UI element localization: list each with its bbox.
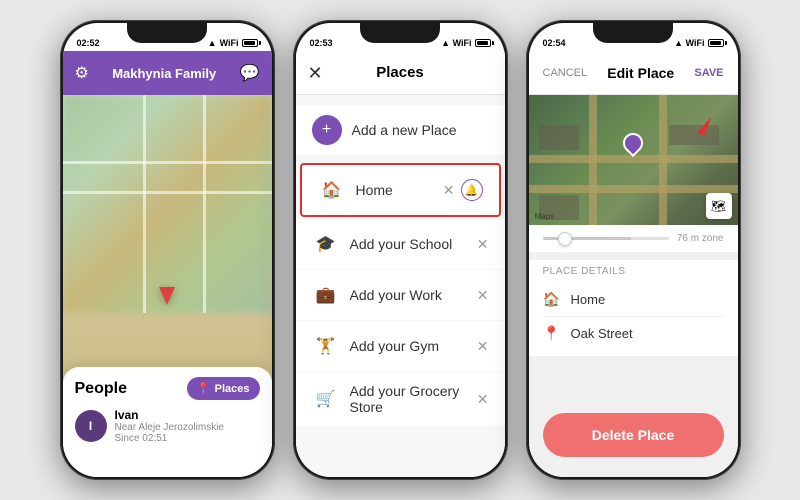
battery-1: [242, 39, 258, 47]
edit-place-screen: CANCEL Edit Place SAVE Maps �: [529, 51, 738, 477]
map-arrow: [159, 287, 175, 305]
sat-road-v1: [589, 95, 597, 225]
places-screen-title: Places: [376, 64, 424, 81]
work-icon: 💼: [312, 281, 340, 309]
status-icons-1: ▲ WiFi: [208, 38, 258, 48]
cancel-button[interactable]: CANCEL: [543, 67, 588, 79]
phone-1: 02:52 ▲ WiFi ⚙ Makhynia Family 💬: [60, 20, 275, 480]
sat-road-h2: [529, 185, 738, 193]
add-place-label: Add a new Place: [352, 122, 457, 138]
notch-2: [360, 23, 440, 43]
place-name-row[interactable]: 🏠 Home: [543, 283, 724, 317]
place-address-text: Oak Street: [571, 326, 633, 341]
places-list: + Add a new Place 🏠 Home ✕ 🔔 🎓 Add your …: [296, 95, 505, 477]
grocery-icon: 🛒: [312, 385, 340, 413]
person-info: Ivan Near Aleje Jerozolimskie Since 02:5…: [115, 408, 260, 444]
home-detail-icon: 🏠: [543, 291, 561, 308]
home-actions: ✕ 🔔: [443, 179, 483, 201]
place-row-gym[interactable]: 🏋 Add your Gym ✕: [296, 321, 505, 371]
grocery-remove-icon[interactable]: ✕: [477, 391, 489, 408]
place-address-row[interactable]: 📍 Oak Street: [543, 317, 724, 350]
person-location: Near Aleje Jerozolimskie: [115, 422, 260, 433]
home-notify-icon[interactable]: 🔔: [461, 179, 483, 201]
radius-label: 76 m zone: [677, 233, 724, 244]
road-h1: [63, 161, 272, 164]
maps-watermark: Maps: [535, 212, 555, 221]
school-icon: 🎓: [312, 230, 340, 258]
place-details-header: Place details: [543, 266, 724, 277]
person-since: Since 02:51: [115, 433, 260, 444]
battery-3: [708, 39, 724, 47]
battery-2: [475, 39, 491, 47]
place-row-school[interactable]: 🎓 Add your School ✕: [296, 219, 505, 269]
notch-1: [127, 23, 207, 43]
place-name-text: Home: [571, 292, 606, 307]
person-row: I Ivan Near Aleje Jerozolimskie Since 02…: [75, 408, 260, 444]
people-panel: People 📍 Places I Ivan Near Aleje Jerozo…: [63, 367, 272, 477]
map-header: ⚙ Makhynia Family 💬: [63, 51, 272, 95]
message-icon[interactable]: 💬: [240, 63, 260, 83]
location-detail-icon: 📍: [543, 325, 561, 342]
people-title: People: [75, 380, 127, 398]
places-icon: 📍: [197, 382, 211, 395]
notch-3: [593, 23, 673, 43]
edit-nav-bar: CANCEL Edit Place SAVE: [529, 51, 738, 95]
home-remove-icon[interactable]: ✕: [443, 182, 455, 199]
sat-road-v2: [659, 95, 667, 225]
person-name: Ivan: [115, 408, 260, 422]
close-button[interactable]: ✕: [308, 64, 323, 82]
road-v2: [203, 95, 206, 313]
places-button[interactable]: 📍 Places: [187, 377, 260, 400]
places-nav-bar: ✕ Places: [296, 51, 505, 95]
save-button[interactable]: SAVE: [694, 67, 723, 79]
edit-place-title: Edit Place: [607, 65, 674, 81]
gym-icon: 🏋: [312, 332, 340, 360]
add-icon: +: [312, 115, 342, 145]
time-1: 02:52: [77, 38, 100, 48]
home-icon: 🏠: [318, 176, 346, 204]
work-label: Add your Work: [350, 287, 467, 303]
place-row-work[interactable]: 💼 Add your Work ✕: [296, 270, 505, 320]
status-icons-3: ▲ WiFi: [674, 38, 723, 48]
avatar: I: [75, 410, 107, 442]
school-label: Add your School: [350, 236, 467, 252]
phone-2: 02:53 ▲ WiFi ✕ Places + Add a new Place: [293, 20, 508, 480]
time-2: 02:53: [310, 38, 333, 48]
places-btn-label: Places: [215, 383, 250, 395]
map-pin: [619, 129, 647, 157]
delete-place-button[interactable]: Delete Place: [543, 413, 724, 457]
sat-building-2: [669, 125, 719, 145]
gym-label: Add your Gym: [350, 338, 467, 354]
gym-remove-icon[interactable]: ✕: [477, 338, 489, 355]
home-label: Home: [356, 182, 433, 198]
place-row-home[interactable]: 🏠 Home ✕ 🔔: [300, 163, 501, 217]
gear-icon[interactable]: ⚙: [75, 63, 89, 83]
school-remove-icon[interactable]: ✕: [477, 236, 489, 253]
work-remove-icon[interactable]: ✕: [477, 287, 489, 304]
road-v1: [143, 95, 146, 313]
places-screen: ✕ Places + Add a new Place 🏠 Home ✕ 🔔: [296, 51, 505, 477]
road-h2: [63, 191, 272, 194]
status-icons-2: ▲ WiFi: [441, 38, 490, 48]
add-place-row[interactable]: + Add a new Place: [296, 105, 505, 155]
close-icon: ✕: [308, 63, 323, 83]
phone-3: 02:54 ▲ WiFi CANCEL Edit Place SAVE: [526, 20, 741, 480]
radius-thumb: [558, 232, 572, 246]
place-row-grocery[interactable]: 🛒 Add your Grocery Store ✕: [296, 372, 505, 426]
place-details-section: Place details 🏠 Home 📍 Oak Street: [529, 260, 738, 356]
radius-slider[interactable]: [543, 237, 669, 240]
people-header: People 📍 Places: [75, 377, 260, 400]
sat-building-1: [539, 125, 579, 150]
satellite-map: Maps 🗺: [529, 95, 738, 225]
layers-button[interactable]: 🗺: [706, 193, 732, 219]
radius-bar: 76 m zone: [529, 225, 738, 252]
grocery-label: Add your Grocery Store: [350, 383, 467, 415]
time-3: 02:54: [543, 38, 566, 48]
map-overlay: [63, 95, 272, 313]
delete-section: Delete Place: [529, 356, 738, 477]
family-title: Makhynia Family: [112, 66, 216, 81]
